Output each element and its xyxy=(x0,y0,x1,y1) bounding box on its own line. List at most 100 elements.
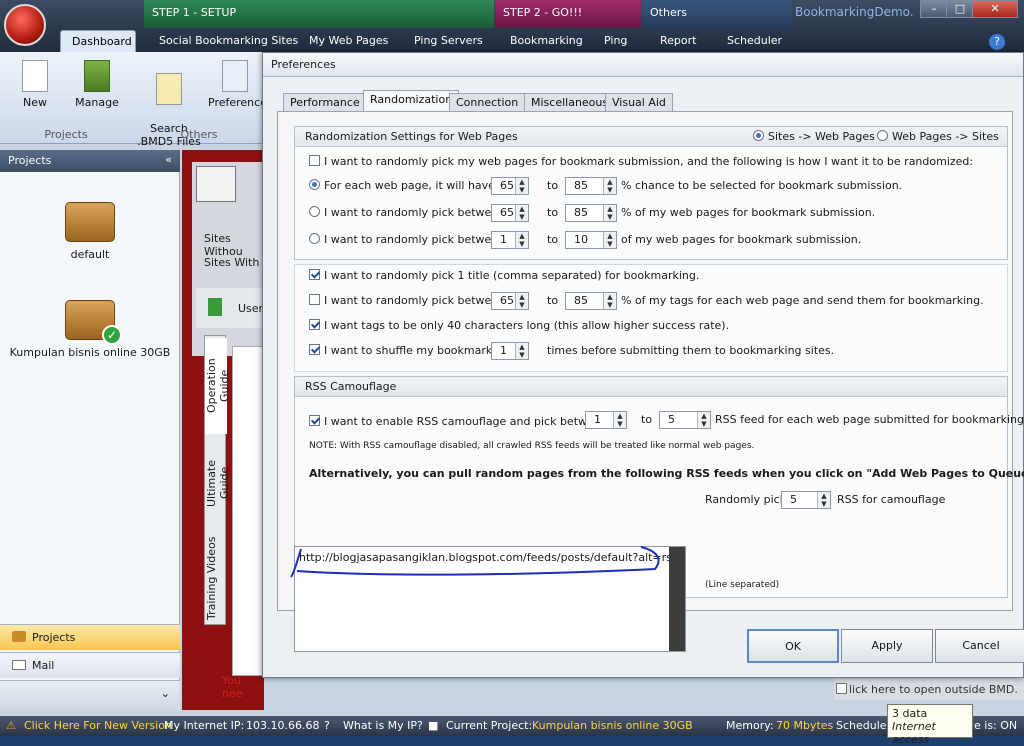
nav-chevron-down-icon[interactable]: ⌄ xyxy=(0,680,180,710)
cancel-button[interactable]: Cancel xyxy=(935,629,1024,663)
opt2-from-spinner[interactable]: 65 ▲ ▼ xyxy=(491,204,529,222)
close-button[interactable]: ✕ xyxy=(972,0,1018,18)
opt1-from-spinner[interactable]: 65 ▲ ▼ xyxy=(491,177,529,195)
rss-to-spinner[interactable]: 5 ▲ ▼ xyxy=(659,411,711,429)
app-logo-icon[interactable] xyxy=(4,4,46,46)
opt1-to-spinner[interactable]: 85 ▲ ▼ xyxy=(565,177,617,195)
tab-bookmarking[interactable]: Bookmarking xyxy=(510,34,583,47)
pick-pages-checkbox[interactable] xyxy=(309,155,320,166)
spinner-arrows-icon[interactable]: ▲ ▼ xyxy=(515,293,528,309)
tab-social-bookmarking-sites[interactable]: Social Bookmarking Sites xyxy=(159,34,298,47)
mode-radio-1[interactable] xyxy=(753,130,764,141)
opt2-row[interactable]: I want to randomly pick between xyxy=(309,204,505,222)
spinner-arrows-icon[interactable]: ▲ ▼ xyxy=(603,293,616,309)
tab-visual-aid[interactable]: Visual Aid xyxy=(605,93,673,111)
tags-checkbox[interactable] xyxy=(309,294,320,305)
spinner-arrows-icon[interactable]: ▲ ▼ xyxy=(603,178,616,194)
tags-length-checkbox[interactable] xyxy=(309,319,320,330)
tab-randomization[interactable]: Randomization xyxy=(363,90,460,112)
tab-report[interactable]: Report xyxy=(660,34,696,47)
network-tooltip: 3 data Internet access xyxy=(887,704,973,746)
tab-ping-servers[interactable]: Ping Servers xyxy=(414,34,483,47)
book-icon xyxy=(208,298,222,316)
briefcase-icon xyxy=(65,202,115,242)
project-item-kumpulan[interactable]: ✓ Kumpulan bisnis online 30GB xyxy=(0,300,180,359)
opt3-to-spinner[interactable]: 10 ▲ ▼ xyxy=(565,231,617,249)
project-item-default[interactable]: default xyxy=(0,202,180,261)
tags-length-row[interactable]: I want tags to be only 40 characters lon… xyxy=(309,317,729,335)
spinner-arrows-icon[interactable]: ▲ ▼ xyxy=(697,412,710,428)
tab-connection[interactable]: Connection xyxy=(449,93,526,111)
random-pick-spinner[interactable]: 5 ▲ ▼ xyxy=(781,491,831,509)
help-icon[interactable]: ? xyxy=(989,34,1005,50)
spinner-arrows-icon[interactable]: ▲ ▼ xyxy=(817,492,830,508)
apply-button[interactable]: Apply xyxy=(841,629,933,663)
preferences-dialog: Preferences Performance Randomization Co… xyxy=(262,52,1024,678)
opt3-from-spinner[interactable]: 1 ▲ ▼ xyxy=(491,231,529,249)
spinner-arrows-icon[interactable]: ▲ ▼ xyxy=(613,412,626,428)
rss-note: NOTE: With RSS camouflage disabled, all … xyxy=(309,441,755,451)
open-outside-checkbox[interactable]: lick here to open outside BMD. xyxy=(834,678,1024,700)
user-tab[interactable]: User xyxy=(196,288,266,328)
mode-sites-to-pages[interactable]: Sites -> Web Pages xyxy=(753,128,875,146)
opt1-radio[interactable] xyxy=(309,179,320,190)
shuffle-row[interactable]: I want to shuffle my bookmarks xyxy=(309,342,498,360)
rss-feeds-textarea[interactable]: http://blogjasapasangiklan.blogspot.com/… xyxy=(290,546,686,652)
tab-scheduler[interactable]: Scheduler xyxy=(727,34,782,47)
pick-pages-row[interactable]: I want to randomly pick my web pages for… xyxy=(309,153,973,171)
hand-drawn-annotation xyxy=(290,546,660,578)
ok-button[interactable]: OK xyxy=(747,629,839,663)
opt3-radio[interactable] xyxy=(309,233,320,244)
opt3-row[interactable]: I want to randomly pick between xyxy=(309,231,505,249)
new-version-link[interactable]: Click Here For New Version xyxy=(24,719,172,732)
pick-title-checkbox[interactable] xyxy=(309,269,320,280)
briefcase-icon: ■ xyxy=(428,719,439,732)
open-outside-check[interactable] xyxy=(836,683,847,694)
tab-training-videos[interactable]: Training Videos xyxy=(205,532,227,624)
mode-radio-2[interactable] xyxy=(877,130,888,141)
rss-from-spinner[interactable]: 1 ▲ ▼ xyxy=(585,411,627,429)
what-is-my-ip-link[interactable]: What is My IP? xyxy=(343,719,423,732)
opt2-to-spinner[interactable]: 85 ▲ ▼ xyxy=(565,204,617,222)
tags-row[interactable]: I want to randomly pick between xyxy=(309,292,505,310)
spinner-arrows-icon[interactable]: ▲ ▼ xyxy=(515,343,528,359)
tags-from-spinner[interactable]: 65 ▲ ▼ xyxy=(491,292,529,310)
maximize-button[interactable]: □ xyxy=(946,0,974,18)
shuffle-checkbox[interactable] xyxy=(309,344,320,355)
spinner-arrows-icon[interactable]: ▲ ▼ xyxy=(603,232,616,248)
ribbon-group-projects: Projects xyxy=(44,128,88,141)
collapse-icon[interactable]: « xyxy=(165,153,172,166)
rss-enable-row[interactable]: I want to enable RSS camouflage and pick… xyxy=(309,413,608,431)
tab-my-web-pages[interactable]: My Web Pages xyxy=(309,34,388,47)
scheduler-status[interactable]: Scheduler xyxy=(836,719,891,732)
spinner-arrows-icon[interactable]: ▲ ▼ xyxy=(515,178,528,194)
rss-textarea-scrollbar[interactable] xyxy=(669,547,685,651)
mode-pages-to-sites[interactable]: Web Pages -> Sites xyxy=(877,128,999,146)
manage-icon xyxy=(84,60,110,92)
spinner-arrows-icon[interactable]: ▲ ▼ xyxy=(515,232,528,248)
tab-operation-guide[interactable]: Operation Guide xyxy=(205,338,231,434)
nav-projects[interactable]: Projects xyxy=(0,624,180,650)
tab-performance[interactable]: Performance xyxy=(283,93,367,111)
preferences-button[interactable]: Preferences xyxy=(208,60,264,109)
spinner-arrows-icon[interactable]: ▲ ▼ xyxy=(603,205,616,221)
new-button[interactable]: New xyxy=(14,60,56,109)
pick-title-row[interactable]: I want to randomly pick 1 title (comma s… xyxy=(309,267,699,285)
shuffle-spinner[interactable]: 1 ▲ ▼ xyxy=(491,342,529,360)
tags-to-spinner[interactable]: 85 ▲ ▼ xyxy=(565,292,617,310)
tab-ultimate-guide[interactable]: Ultimate Guide xyxy=(205,438,231,528)
manage-button[interactable]: Manage xyxy=(72,60,122,109)
randomization-settings-box: Randomization Settings for Web Pages Sit… xyxy=(294,126,1008,260)
rss-enable-checkbox[interactable] xyxy=(309,415,320,426)
opt1-row[interactable]: For each web page, it will have xyxy=(309,177,495,195)
nav-mail[interactable]: Mail xyxy=(0,652,180,678)
spinner-arrows-icon[interactable]: ▲ ▼ xyxy=(515,205,528,221)
minimize-button[interactable]: – xyxy=(920,0,948,18)
calendar-icon xyxy=(196,166,236,202)
tab-ping[interactable]: Ping xyxy=(604,34,627,47)
projects-panel-header: Projects « xyxy=(0,150,180,172)
title-tags-box: I want to randomly pick 1 title (comma s… xyxy=(294,264,1008,372)
opt2-radio[interactable] xyxy=(309,206,320,217)
tab-miscellaneous[interactable]: Miscellaneous xyxy=(524,93,616,111)
tab-dashboard[interactable]: Dashboard xyxy=(60,30,136,52)
